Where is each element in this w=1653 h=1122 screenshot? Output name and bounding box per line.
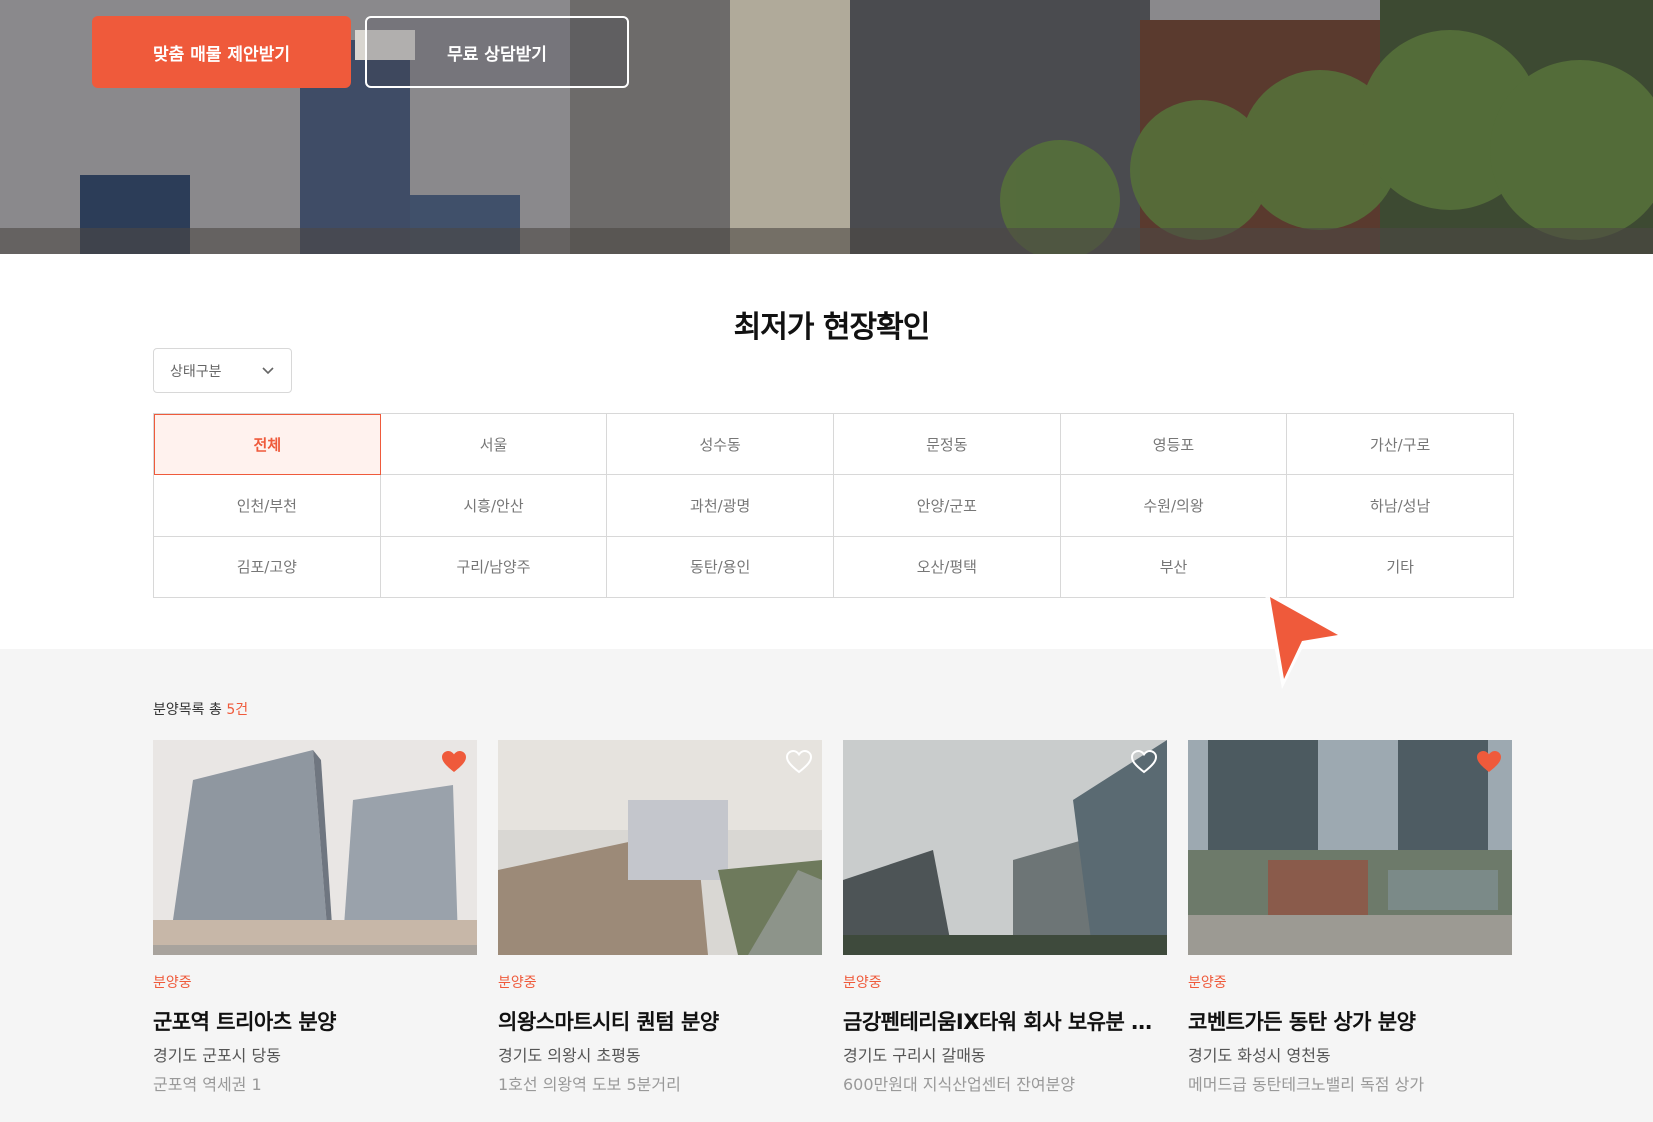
listing-card[interactable]: 분양중 의왕스마트시티 퀀텀 분양 경기도 의왕시 초평동 1호선 의왕역 도보… [498, 740, 822, 1122]
region-filter-grid: 전체 서울 성수동 문정동 영등포 가산/구로 인천/부천 시흥/안산 과천/광… [153, 413, 1514, 598]
listing-status: 분양중 [1188, 975, 1227, 991]
listing-address: 경기도 군포시 당동 [153, 1046, 281, 1065]
heart-outline-icon[interactable] [1131, 750, 1157, 774]
listing-thumbnail[interactable] [153, 740, 477, 955]
listing-card[interactable]: 분양중 군포역 트리아츠 분양 경기도 군포시 당동 군포역 역세권 1 [153, 740, 477, 1122]
listing-description: 600만원대 지식산업센터 잔여분양 [843, 1075, 1076, 1094]
listing-count-label: 분양목록 총 [153, 702, 227, 718]
listing-description: 메머드급 동탄테크노밸리 독점 상가 [1188, 1075, 1425, 1094]
building-photo [843, 740, 1167, 955]
pointer-cursor-icon [1264, 589, 1346, 689]
hero-banner: 맞춤 매물 제안받기 무료 상담받기 [0, 0, 1653, 254]
listing-title[interactable]: 금강펜테리움IX타워 회사 보유분 분양 [843, 1006, 1167, 1036]
region-tab-seongsu[interactable]: 성수동 [607, 414, 834, 476]
listing-title[interactable]: 의왕스마트시티 퀀텀 분양 [498, 1006, 822, 1036]
region-tab-all[interactable]: 전체 [154, 414, 381, 476]
region-tab-suwon-uiwang[interactable]: 수원/의왕 [1060, 475, 1288, 537]
listing-thumbnail[interactable] [1188, 740, 1512, 955]
region-tab-busan[interactable]: 부산 [1060, 536, 1288, 598]
building-photo [498, 740, 822, 955]
region-tab-seoul[interactable]: 서울 [380, 414, 608, 476]
listing-count: 분양목록 총 5건 [153, 699, 248, 719]
region-tab-dongtan-yongin[interactable]: 동탄/용인 [607, 536, 834, 598]
listing-description: 군포역 역세권 1 [153, 1075, 262, 1094]
region-tab-gwacheon-gwangmyeong[interactable]: 과천/광명 [607, 475, 834, 537]
region-tab-munjeong[interactable]: 문정동 [834, 414, 1061, 476]
status-filter-value: 상태구분 [170, 363, 222, 380]
listing-address: 경기도 의왕시 초평동 [498, 1046, 641, 1065]
status-filter-select[interactable]: 상태구분 [153, 348, 292, 393]
listing-status: 분양중 [153, 975, 192, 991]
region-tab-yeongdeungpo[interactable]: 영등포 [1060, 414, 1288, 476]
listing-description: 1호선 의왕역 도보 5분거리 [498, 1075, 681, 1094]
custom-listing-button[interactable]: 맞춤 매물 제안받기 [92, 16, 351, 88]
region-tab-osan-pyeongtaek[interactable]: 오산/평택 [834, 536, 1061, 598]
region-tab-anyang-gunpo[interactable]: 안양/군포 [834, 475, 1061, 537]
region-tab-guri-namyangju[interactable]: 구리/남양주 [380, 536, 608, 598]
listing-title[interactable]: 군포역 트리아츠 분양 [153, 1006, 477, 1036]
region-tab-siheung-ansan[interactable]: 시흥/안산 [380, 475, 608, 537]
listing-status: 분양중 [498, 975, 537, 991]
region-tab-incheon-bucheon[interactable]: 인천/부천 [154, 475, 381, 537]
listing-thumbnail[interactable] [498, 740, 822, 955]
listing-card[interactable]: 분양중 금강펜테리움IX타워 회사 보유분 분양 경기도 구리시 갈매동 600… [843, 740, 1167, 1122]
free-consult-button[interactable]: 무료 상담받기 [365, 16, 629, 88]
listing-card[interactable]: 분양중 코벤트가든 동탄 상가 분양 경기도 화성시 영천동 메머드급 동탄테크… [1188, 740, 1512, 1122]
building-photo [1188, 740, 1512, 955]
region-tab-hanam-seongnam[interactable]: 하남/성남 [1287, 475, 1514, 537]
listing-address: 경기도 구리시 갈매동 [843, 1046, 986, 1065]
listing-title[interactable]: 코벤트가든 동탄 상가 분양 [1188, 1006, 1512, 1036]
section-title: 최저가 현장확인 [733, 310, 931, 345]
heart-filled-icon[interactable] [1476, 750, 1502, 774]
chevron-down-icon [262, 367, 274, 375]
region-tab-gimpo-goyang[interactable]: 김포/고양 [154, 536, 381, 598]
heart-filled-icon[interactable] [441, 750, 467, 774]
listing-thumbnail[interactable] [843, 740, 1167, 955]
heart-outline-icon[interactable] [786, 750, 812, 774]
listing-status: 분양중 [843, 975, 882, 991]
listing-count-value: 5건 [226, 702, 249, 718]
region-tab-gasan-guro[interactable]: 가산/구로 [1287, 414, 1514, 476]
building-photo [153, 740, 477, 955]
listing-address: 경기도 화성시 영천동 [1188, 1046, 1331, 1065]
